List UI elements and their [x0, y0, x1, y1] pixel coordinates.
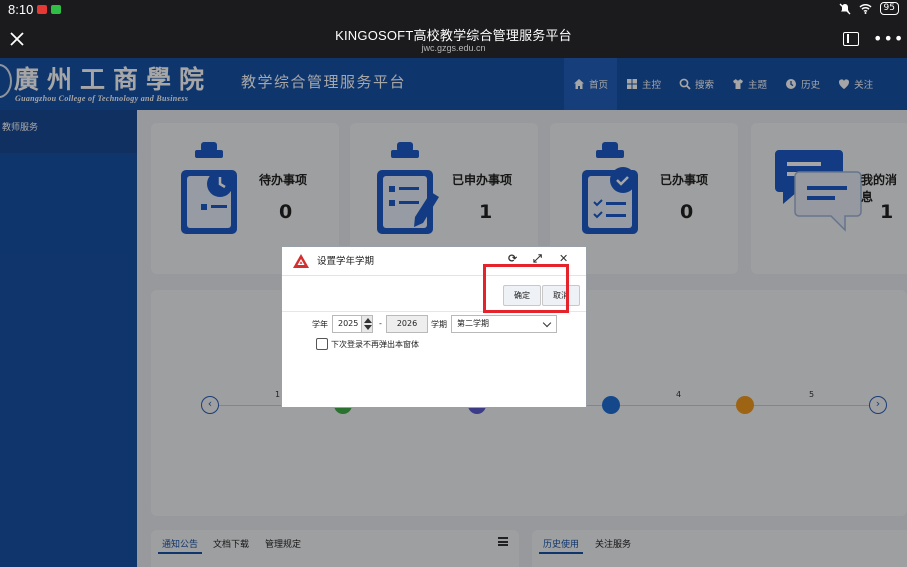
highlight-box	[483, 264, 569, 313]
term-label: 学期	[431, 320, 447, 329]
year-end-field: 2026	[386, 315, 428, 333]
wifi-icon	[859, 4, 872, 14]
checkbox-label: 下次登录不再弹出本窗体	[331, 340, 419, 349]
message-badge-icon	[51, 5, 61, 14]
battery-icon: 95	[879, 2, 899, 15]
year-start-input[interactable]: 2025	[332, 315, 362, 333]
year-dash: -	[379, 319, 382, 328]
kingosoft-logo-icon	[293, 254, 309, 268]
year-label: 学年	[312, 320, 328, 329]
dialog-title: 设置学年学期	[317, 256, 375, 267]
status-badges	[37, 5, 61, 14]
status-right: 95	[839, 2, 899, 15]
mute-icon	[839, 3, 851, 14]
tabs-icon[interactable]	[843, 32, 859, 46]
more-icon[interactable]: •••	[873, 29, 904, 48]
notification-badge-icon	[37, 5, 47, 14]
browser-bar: 8:10 95 KINGOSOFT高校教学综合管理服务平台 jwc.gzgs.e…	[0, 0, 907, 58]
page-title: KINGOSOFT高校教学综合管理服务平台	[335, 28, 572, 43]
status-time: 8:10	[8, 2, 34, 17]
page-url: jwc.gzgs.edu.cn	[421, 43, 486, 53]
term-select[interactable]: 第二学期	[451, 315, 557, 333]
dont-show-checkbox[interactable]	[316, 338, 328, 350]
year-spinner-icon[interactable]	[361, 315, 373, 333]
